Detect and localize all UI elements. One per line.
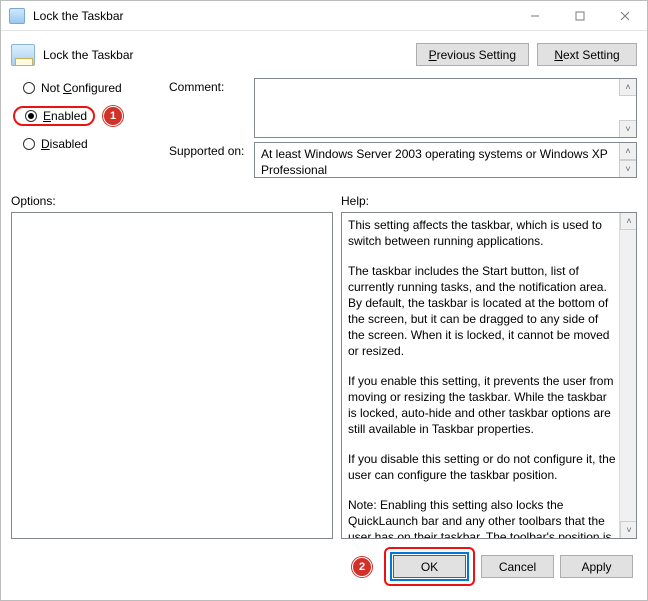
scroll-down-icon[interactable]: ˅	[620, 521, 637, 538]
help-paragraph: If you disable this setting or do not co…	[348, 451, 616, 483]
radio-icon	[25, 110, 37, 122]
comment-label: Comment:	[169, 78, 254, 138]
cancel-button[interactable]: Cancel	[481, 555, 554, 578]
header-row: Lock the Taskbar Previous Setting Next S…	[7, 33, 641, 78]
settings-area: Not Configured Enabled 1 Disabled Commen…	[7, 78, 641, 182]
gpo-editor-window: Lock the Taskbar Lock the Taskbar Previo…	[0, 0, 648, 601]
scroll-down-icon[interactable]: ˅	[619, 120, 636, 137]
help-scrollbar[interactable]: ˄ ˅	[619, 213, 636, 538]
help-paragraph: This setting affects the taskbar, which …	[348, 217, 616, 249]
comment-row: Comment: ˄ ˅	[169, 78, 637, 138]
maximize-button[interactable]	[557, 1, 602, 30]
window-controls	[512, 1, 647, 30]
app-icon	[9, 8, 25, 24]
help-label: Help:	[341, 194, 369, 208]
help-paragraph: Note: Enabling this setting also locks t…	[348, 497, 616, 539]
annotation-highlight-ok: OK	[384, 547, 475, 586]
radio-not-configured[interactable]: Not Configured	[11, 78, 169, 98]
dialog-footer: 2 OK Cancel Apply	[7, 539, 641, 594]
radio-label: Not Configured	[41, 81, 122, 95]
options-label: Options:	[11, 194, 341, 208]
help-pane[interactable]: This setting affects the taskbar, which …	[341, 212, 637, 539]
help-paragraph: If you enable this setting, it prevents …	[348, 373, 616, 437]
supported-row: Supported on: At least Windows Server 20…	[169, 142, 637, 178]
state-radios: Not Configured Enabled 1 Disabled	[11, 78, 169, 182]
next-setting-button[interactable]: Next Setting	[537, 43, 637, 66]
radio-disabled[interactable]: Disabled	[11, 134, 169, 154]
annotation-badge-2: 2	[352, 557, 372, 577]
radio-icon	[23, 138, 35, 150]
minimize-button[interactable]	[512, 1, 557, 30]
ok-button[interactable]: OK	[393, 555, 466, 578]
supported-text: At least Windows Server 2003 operating s…	[254, 142, 637, 178]
radio-label: Disabled	[41, 137, 88, 151]
annotation-badge-1: 1	[103, 106, 123, 126]
scroll-up-icon[interactable]: ˄	[619, 79, 636, 96]
titlebar: Lock the Taskbar	[1, 1, 647, 31]
previous-setting-button[interactable]: Previous Setting	[416, 43, 529, 66]
scroll-up-icon[interactable]: ˄	[620, 213, 637, 230]
supported-label: Supported on:	[169, 142, 254, 178]
scroll-down-icon[interactable]: ˅	[619, 160, 636, 177]
close-button[interactable]	[602, 1, 647, 30]
annotation-highlight-enabled: Enabled	[13, 106, 95, 126]
apply-button[interactable]: Apply	[560, 555, 633, 578]
pane-labels: Options: Help:	[7, 182, 641, 212]
radio-enabled[interactable]: Enabled	[43, 109, 87, 123]
fields-column: Comment: ˄ ˅ Supported on: At least Wind…	[169, 78, 637, 182]
options-pane	[11, 212, 333, 539]
policy-title: Lock the Taskbar	[43, 48, 134, 62]
comment-textarea[interactable]: ˄ ˅	[254, 78, 637, 138]
help-paragraph: The taskbar includes the Start button, l…	[348, 263, 616, 359]
radio-icon	[23, 82, 35, 94]
panes: This setting affects the taskbar, which …	[7, 212, 641, 539]
window-title: Lock the Taskbar	[33, 9, 512, 23]
dialog-content: Lock the Taskbar Previous Setting Next S…	[1, 31, 647, 600]
supported-value: At least Windows Server 2003 operating s…	[261, 147, 608, 177]
policy-icon	[11, 44, 35, 66]
scroll-up-icon[interactable]: ˄	[619, 143, 636, 160]
